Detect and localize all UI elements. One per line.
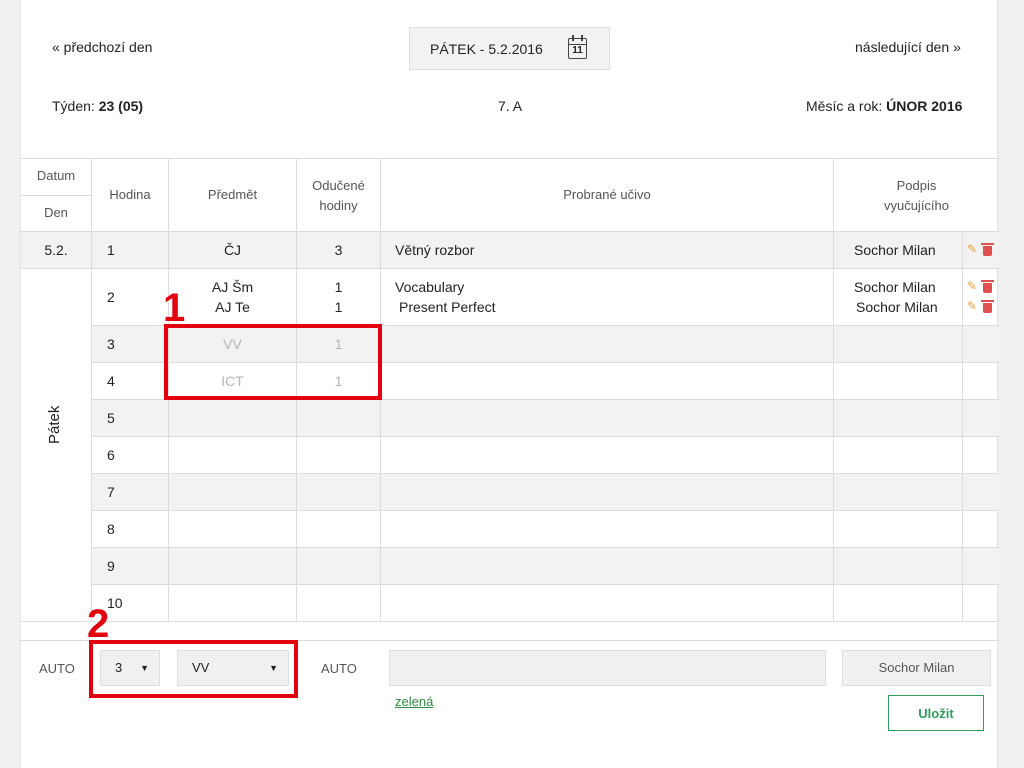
teacher-cell: Sochor Milan [854,242,936,258]
count-cell: 3 [334,242,343,258]
annotation-box-1 [164,324,382,400]
auto-label: AUTO [39,661,75,676]
header-den: Den [44,205,68,220]
calendar-icon[interactable]: 11 [568,35,587,59]
hour-cell: 5 [107,410,115,426]
header-datum: Datum [36,168,76,183]
previous-day-link[interactable]: « předchozí den [52,39,152,55]
header-hodina: Hodina [109,187,151,202]
hour-cell: 10 [107,595,123,611]
annotation-number-2: 2 [87,602,110,646]
hour-cell: 1 [107,242,115,258]
hour-cell: 2 [107,289,115,305]
date-picker[interactable]: PÁTEK - 5.2.2016 11 [409,27,610,70]
teacher-cell: Sochor Milan [856,299,938,315]
next-day-link[interactable]: následující den » [855,39,961,55]
hour-cell: 3 [107,336,115,352]
class-name: 7. A [498,98,523,114]
delete-icon[interactable] [981,280,994,293]
edit-icon[interactable]: ✎ [967,300,978,312]
color-link[interactable]: zelená [395,694,433,709]
topic-cell: Present Perfect [399,299,496,315]
row-band [92,399,999,436]
subject-cell: AJ Šm [211,279,254,295]
row-band [92,547,999,584]
header-probrane-ucivo: Probrané učivo [563,187,651,202]
teacher-field[interactable]: Sochor Milan [842,650,991,686]
header-predmet: Předmět [207,187,258,202]
save-button[interactable]: Uložit [888,695,984,731]
hour-cell: 9 [107,558,115,574]
day-cell: Pátek [46,405,63,444]
date-cell: 5.2. [44,242,68,258]
annotation-number-1: 1 [163,286,186,330]
annotation-box-2 [89,640,298,698]
delete-icon[interactable] [981,243,994,256]
topic-input[interactable] [389,650,826,686]
count-cell: 1 [334,279,343,295]
count-cell: 1 [334,299,343,315]
current-date: PÁTEK - 5.2.2016 [430,40,543,57]
teacher-cell: Sochor Milan [854,279,936,295]
month-info: Měsíc a rok: ÚNOR 2016 [806,98,963,114]
subject-cell: AJ Te [215,299,250,315]
edit-icon[interactable]: ✎ [967,280,978,292]
hour-cell: 7 [107,484,115,500]
delete-icon[interactable] [981,300,994,313]
hour-cell: 4 [107,373,115,389]
edit-icon[interactable]: ✎ [967,243,978,255]
subject-cell: ČJ [223,242,242,258]
header-oducene-hodiny: Odučené hodiny [312,178,365,213]
header-podpis: Podpis vyučujícího [883,178,950,213]
topic-cell: Větný rozbor [395,242,475,258]
auto-label: AUTO [321,661,357,676]
week-info: Týden: 23 (05) [52,98,144,114]
topic-cell: Vocabulary [395,279,465,295]
row-band [92,473,999,510]
hour-cell: 8 [107,521,115,537]
hour-cell: 6 [107,447,115,463]
